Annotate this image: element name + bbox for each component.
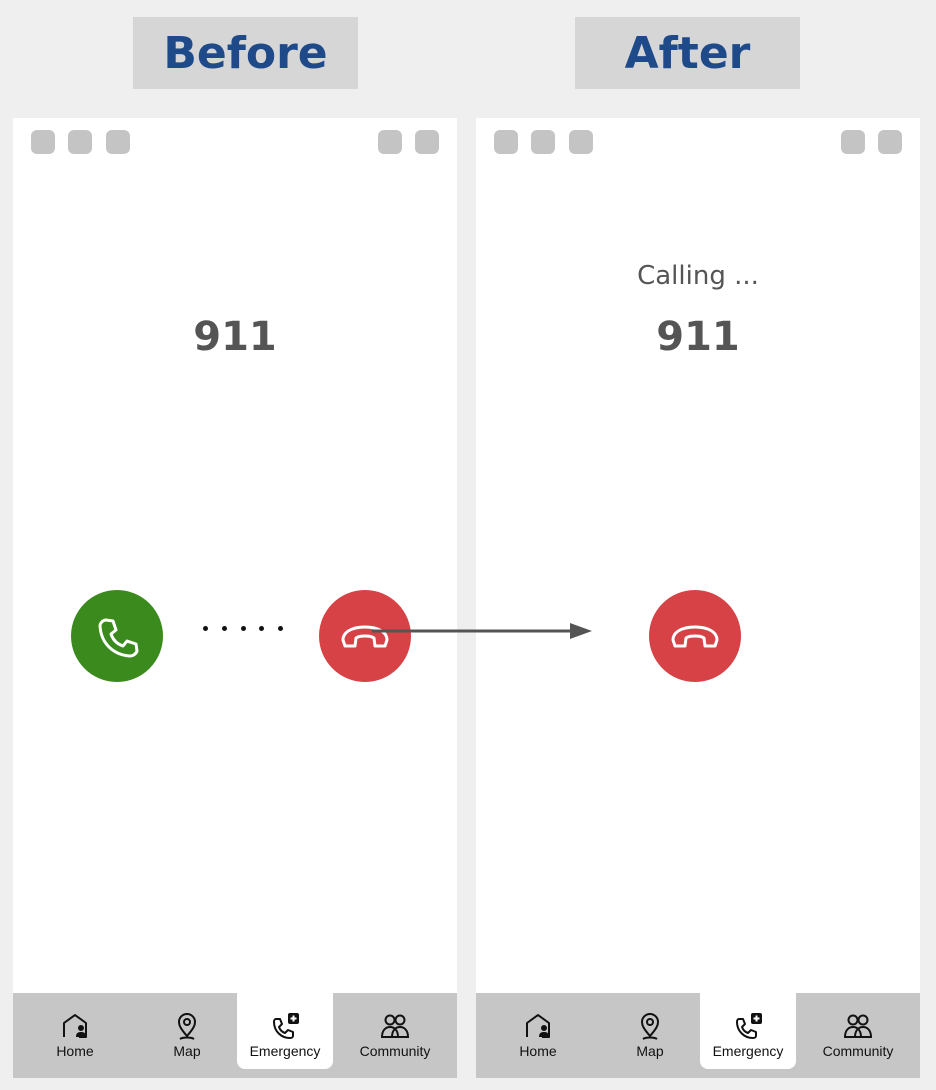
map-pin-icon [640,1013,660,1040]
status-dot [415,130,439,154]
status-dot [31,130,55,154]
status-dot [878,130,902,154]
hang-up-icon [341,625,389,648]
nav-home-label: Home [519,1043,557,1059]
nav-home[interactable]: Home [476,993,600,1078]
home-icon [63,1014,87,1038]
community-icon [380,1014,410,1038]
status-dot [68,130,92,154]
status-dot [378,130,402,154]
nav-community[interactable]: Community [333,993,457,1078]
home-icon [526,1014,550,1038]
nav-map[interactable]: Map [600,993,700,1078]
nav-emergency-label: Emergency [712,1043,784,1059]
status-dot [494,130,518,154]
nav-emergency-label: Emergency [249,1043,321,1059]
call-status: Calling ... [637,261,759,291]
nav-community-label: Community [359,1043,431,1059]
status-dot [531,130,555,154]
nav-community-label: Community [822,1043,894,1059]
nav-home-label: Home [56,1043,94,1059]
nav-map[interactable]: Map [137,993,237,1078]
status-dot [841,130,865,154]
connecting-dots [203,618,283,638]
dialed-number: 911 [656,314,740,360]
hang-up-button[interactable] [649,590,741,682]
nav-map-label: Map [636,1043,664,1059]
after-phone-screen: Calling ... 911 Home Map Emergency Commu… [476,118,920,1078]
map-pin-icon [177,1013,197,1040]
phone-icon [98,618,139,658]
status-dot [106,130,130,154]
hang-up-button[interactable] [319,590,411,682]
dialed-number: 911 [193,314,277,360]
status-dot [569,130,593,154]
bottom-navigation: Home Map Emergency Community [13,993,457,1078]
nav-emergency[interactable]: Emergency [700,993,796,1069]
emergency-call-icon [273,1013,299,1039]
before-title: Before [133,17,358,89]
before-phone-screen: 911 Home Map Emergency Community [13,118,457,1078]
nav-home[interactable]: Home [13,993,137,1078]
nav-map-label: Map [173,1043,201,1059]
community-icon [843,1014,873,1038]
nav-community[interactable]: Community [796,993,920,1078]
emergency-call-icon [736,1013,762,1039]
accept-call-button[interactable] [71,590,163,682]
after-title: After [575,17,800,89]
hang-up-icon [671,625,719,648]
nav-emergency[interactable]: Emergency [237,993,333,1069]
bottom-navigation: Home Map Emergency Community [476,993,920,1078]
